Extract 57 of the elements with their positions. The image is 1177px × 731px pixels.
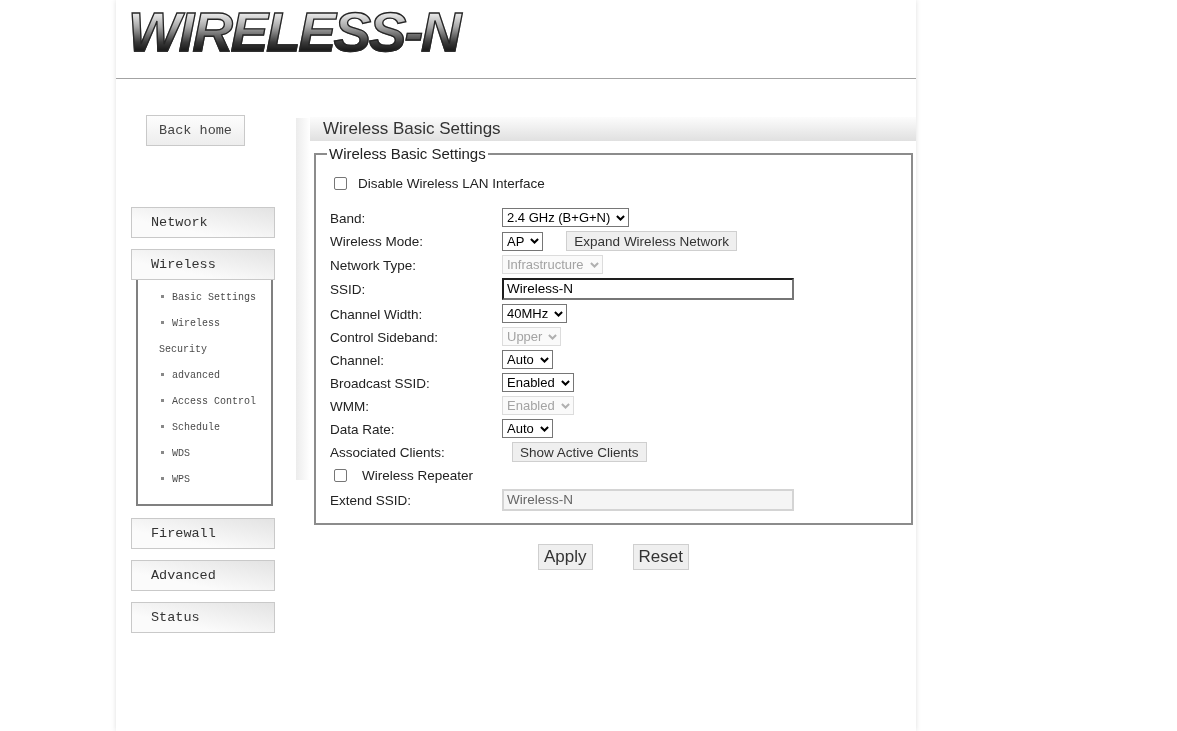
bullet-icon [161, 373, 164, 377]
field-label: Broadcast SSID: [330, 375, 430, 391]
bullet-icon [161, 451, 164, 455]
chevron-icon [589, 261, 599, 268]
chevron-icon [560, 402, 570, 409]
nav-button[interactable]: Advanced [131, 560, 275, 591]
submenu-link[interactable]: advanced [159, 363, 220, 389]
bullet-icon [161, 399, 164, 403]
nav-button[interactable]: Firewall [131, 518, 275, 549]
form-button[interactable]: Reset [632, 544, 689, 570]
chevron-icon [560, 379, 570, 386]
checkbox[interactable] [334, 177, 347, 190]
field-label: Channel: [330, 352, 385, 368]
group-legend: Wireless Basic Settings [327, 145, 488, 162]
submenu-link[interactable]: WPS [159, 467, 190, 493]
chevron-icon [554, 310, 564, 317]
dropdown[interactable]: 40MHz [502, 304, 568, 323]
field-label: Data Rate: [330, 421, 395, 437]
nav-button[interactable]: Wireless [131, 249, 275, 280]
chevron-icon [539, 425, 549, 432]
row-button[interactable]: Show Active Clients [512, 442, 647, 462]
chevron-icon [539, 356, 549, 363]
field-label: Network Type: [330, 257, 417, 273]
checkbox-label: Wireless Repeater [362, 468, 474, 483]
nav-button[interactable]: Network [131, 207, 275, 238]
field-label: Band: [330, 210, 366, 226]
field-label: SSID: [330, 282, 366, 297]
bullet-icon [161, 425, 164, 429]
checkbox-label: Disable Wireless LAN Interface [358, 176, 545, 191]
row-button[interactable]: Expand Wireless Network [566, 231, 737, 251]
checkbox[interactable] [334, 469, 347, 482]
submenu-link[interactable]: Basic Settings [159, 285, 256, 311]
submenu-link[interactable]: Schedule [159, 415, 220, 441]
form-button[interactable]: Apply [538, 544, 593, 570]
chevron-icon [548, 333, 558, 340]
field-label: WMM: [330, 398, 369, 414]
dropdown[interactable]: AP [502, 231, 544, 251]
text-field[interactable]: Wireless-N [502, 278, 794, 300]
nav-button[interactable]: Status [131, 602, 275, 633]
dropdown[interactable]: 2.4 GHz (B+G+N) [502, 208, 630, 227]
chevron-icon [530, 238, 540, 244]
submenu-link[interactable]: WDS [159, 441, 190, 467]
bullet-icon [161, 295, 164, 299]
field-label: Channel Width: [330, 306, 423, 322]
dropdown[interactable]: Enabled [502, 373, 574, 392]
submenu-link[interactable]: Access Control [159, 389, 256, 415]
panel-title: Wireless Basic Settings [323, 119, 501, 139]
bullet-icon [161, 321, 164, 325]
chevron-icon [616, 214, 626, 221]
field-label: Extend SSID: [330, 493, 412, 508]
dropdown[interactable]: Auto [502, 419, 553, 438]
field-label: Control Sideband: [330, 329, 439, 345]
field-label: Associated Clients: [330, 445, 445, 460]
dropdown[interactable]: Auto [502, 350, 553, 369]
field-label: Wireless Mode: [330, 234, 424, 249]
bullet-icon [161, 477, 164, 481]
back-button[interactable]: Back home [146, 115, 245, 146]
